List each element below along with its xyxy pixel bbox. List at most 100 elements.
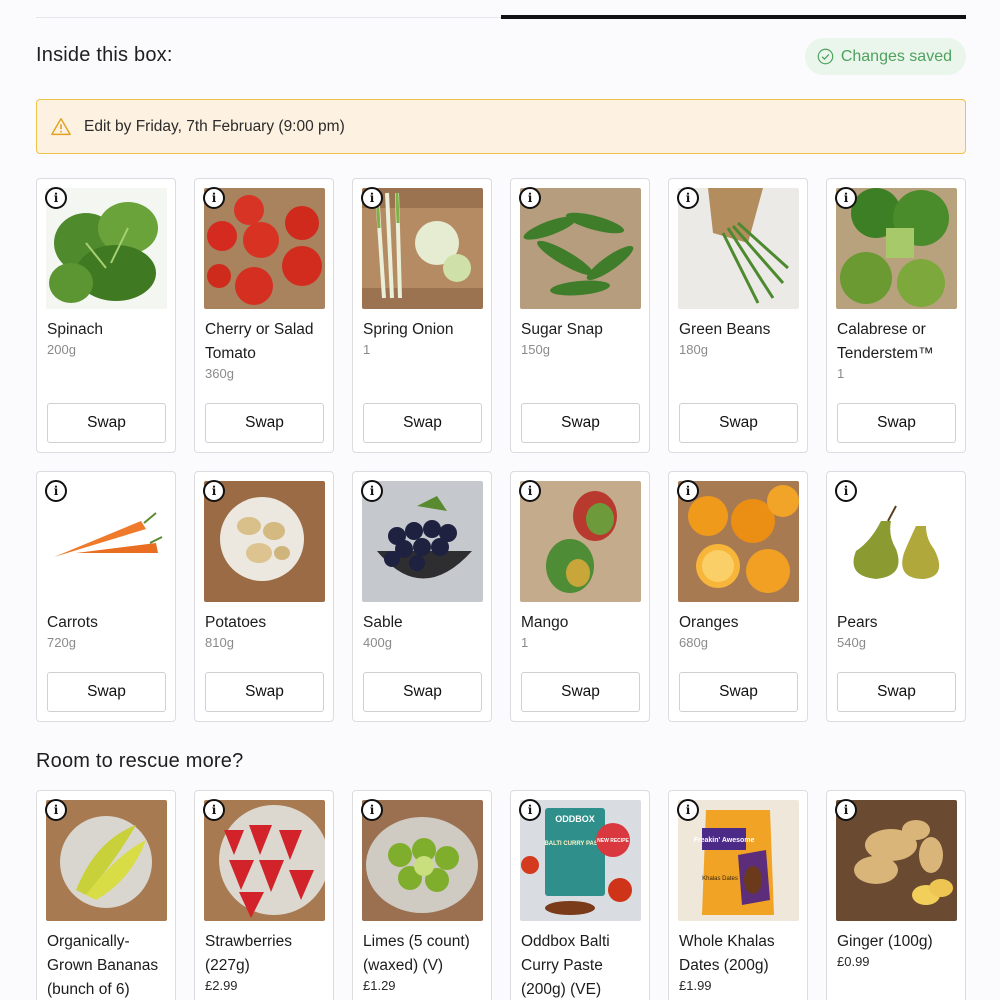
lime-image: [362, 800, 483, 921]
info-icon[interactable]: i: [203, 480, 225, 502]
info-icon[interactable]: i: [677, 480, 699, 502]
orange-image: [678, 481, 799, 602]
product-quantity: 680g: [679, 635, 708, 650]
product-card-potatoes: i Potatoes 810g Swap: [194, 471, 334, 722]
info-icon[interactable]: i: [835, 799, 857, 821]
potato-image: [204, 481, 325, 602]
product-quantity: 720g: [47, 635, 76, 650]
swap-button[interactable]: Swap: [363, 672, 482, 712]
swap-button[interactable]: Swap: [363, 403, 482, 443]
product-quantity: 1: [363, 342, 371, 357]
rescue-card-ginger[interactable]: i Ginger (100g) £0.99: [826, 790, 966, 1000]
green-beans-image: [678, 188, 799, 309]
banana-image: [46, 800, 167, 921]
rescue-card-strawberries[interactable]: i Strawberries (227g) £2.99: [194, 790, 334, 1000]
info-icon[interactable]: i: [519, 480, 541, 502]
info-icon[interactable]: i: [519, 799, 541, 821]
info-icon[interactable]: i: [361, 799, 383, 821]
product-name: Mango: [521, 614, 569, 631]
product-card-spring-onion: i Spring Onion 1 Swap: [352, 178, 492, 453]
edit-deadline-text: Edit by Friday, 7th February (9:00 pm): [84, 117, 345, 135]
swap-button[interactable]: Swap: [205, 672, 324, 712]
rescue-card-bananas[interactable]: i Organically-Grown Bananas (bunch of 6): [36, 790, 176, 1000]
strawberry-image: [204, 800, 325, 921]
dates-image: Freakin' Awesome Khalas Dates: [678, 800, 799, 921]
product-card-cherry-tomato: i Cherry or Salad Tomato 360g Swap: [194, 178, 334, 453]
info-icon[interactable]: i: [45, 480, 67, 502]
sugar-snap-image: [520, 188, 641, 309]
product-card-sable: i Sable 400g Swap: [352, 471, 492, 722]
product-price: £2.99: [205, 978, 238, 993]
product-name: Cherry or Salad Tomato: [205, 321, 314, 362]
product-card-calabrese: i Calabrese or Tenderstem™ 1 Swap: [826, 178, 966, 453]
info-icon[interactable]: i: [45, 799, 67, 821]
swap-button[interactable]: Swap: [47, 672, 166, 712]
broccoli-image: [836, 188, 957, 309]
product-name: Spinach: [47, 321, 104, 338]
info-icon[interactable]: i: [361, 480, 383, 502]
info-icon[interactable]: i: [519, 187, 541, 209]
product-quantity: 360g: [205, 366, 234, 381]
info-icon[interactable]: i: [835, 187, 857, 209]
swap-button[interactable]: Swap: [679, 672, 798, 712]
rescue-card-limes[interactable]: i Limes (5 count) (waxed) (V) £1.29: [352, 790, 492, 1000]
swap-button[interactable]: Swap: [837, 672, 956, 712]
product-name: Sugar Snap: [521, 321, 603, 338]
rescue-card-curry-paste[interactable]: ODDBOX BALTI CURRY PASTE NEW RECIPE i Od…: [510, 790, 650, 1000]
carrot-image: [46, 481, 167, 602]
swap-button[interactable]: Swap: [521, 672, 640, 712]
info-icon[interactable]: i: [203, 799, 225, 821]
tomato-image: [204, 188, 325, 309]
product-card-green-beans: i Green Beans 180g Swap: [668, 178, 808, 453]
product-name: Oranges: [679, 614, 739, 631]
curry-pack-badge: NEW RECIPE: [597, 838, 629, 844]
product-name: Oddbox Balti Curry Paste (200g) (VE): [521, 933, 610, 998]
product-name: Organically-Grown Bananas (bunch of 6): [47, 933, 159, 998]
swap-button[interactable]: Swap: [837, 403, 956, 443]
product-name: Spring Onion: [363, 321, 454, 338]
product-quantity: 150g: [521, 342, 550, 357]
product-card-spinach: i Spinach 200g Swap: [36, 178, 176, 453]
swap-button[interactable]: Swap: [205, 403, 324, 443]
box-items-row-2: i Carrots 720g Swap i Potatoes 810g Swap…: [36, 471, 966, 722]
spinach-image: [46, 188, 167, 309]
rescue-card-khalas-dates[interactable]: Freakin' Awesome Khalas Dates i Whole Kh…: [668, 790, 808, 1000]
info-icon[interactable]: i: [45, 187, 67, 209]
ginger-image: [836, 800, 957, 921]
info-icon[interactable]: i: [361, 187, 383, 209]
info-icon[interactable]: i: [203, 187, 225, 209]
product-card-carrots: i Carrots 720g Swap: [36, 471, 176, 722]
product-card-oranges: i Oranges 680g Swap: [668, 471, 808, 722]
product-quantity: 1: [837, 366, 845, 381]
spring-onion-image: [362, 188, 483, 309]
box-items-row-1: i Spinach 200g Swap i Cherry or Salad To…: [36, 178, 966, 453]
product-name: Ginger (100g): [837, 933, 933, 950]
info-icon[interactable]: i: [677, 187, 699, 209]
swap-button[interactable]: Swap: [679, 403, 798, 443]
grapes-image: [362, 481, 483, 602]
product-price: £1.29: [363, 978, 396, 993]
pear-image: [836, 481, 957, 602]
check-circle-icon: [817, 48, 834, 65]
product-quantity: 400g: [363, 635, 392, 650]
curry-pack-brand: ODDBOX: [555, 814, 595, 824]
rescue-items-row: i Organically-Grown Bananas (bunch of 6)…: [36, 790, 966, 1000]
product-price: £0.99: [837, 954, 870, 969]
edit-deadline-notice: Edit by Friday, 7th February (9:00 pm): [36, 99, 966, 154]
product-name: Whole Khalas Dates (200g): [679, 933, 775, 974]
product-name: Potatoes: [205, 614, 267, 631]
info-icon[interactable]: i: [677, 799, 699, 821]
dates-pack-brand: Freakin' Awesome: [694, 837, 755, 844]
product-price: £1.99: [679, 978, 712, 993]
swap-button[interactable]: Swap: [521, 403, 640, 443]
product-name: Calabrese or Tenderstem™: [837, 321, 934, 362]
swap-button[interactable]: Swap: [47, 403, 166, 443]
progress-fill: [501, 15, 966, 19]
product-quantity: 810g: [205, 635, 234, 650]
product-card-mango: i Mango 1 Swap: [510, 471, 650, 722]
progress-bar: [36, 15, 966, 19]
product-name: Limes (5 count) (waxed) (V): [363, 933, 470, 974]
product-quantity: 540g: [837, 635, 866, 650]
product-quantity: 180g: [679, 342, 708, 357]
info-icon[interactable]: i: [835, 480, 857, 502]
